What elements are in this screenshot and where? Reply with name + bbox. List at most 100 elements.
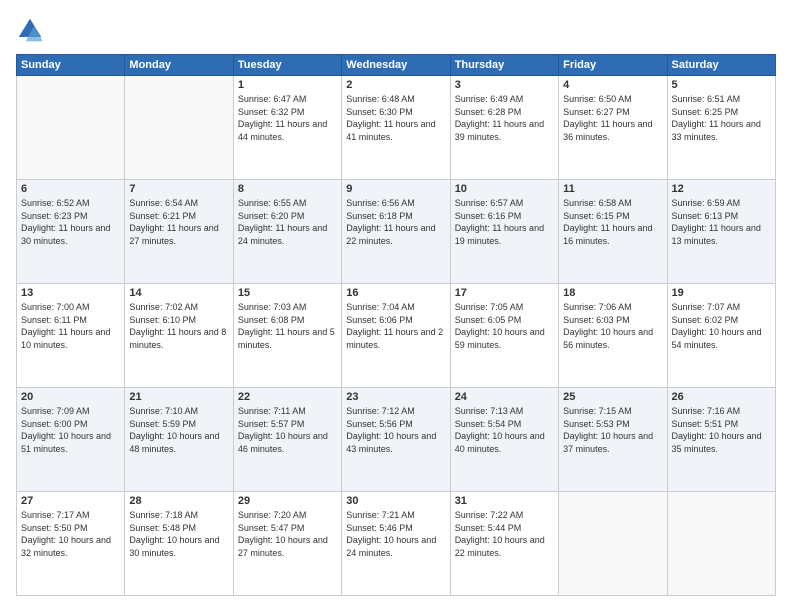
- calendar-cell: 1Sunrise: 6:47 AMSunset: 6:32 PMDaylight…: [233, 76, 341, 180]
- day-info: Sunrise: 7:18 AMSunset: 5:48 PMDaylight:…: [129, 509, 228, 559]
- day-info: Sunrise: 6:49 AMSunset: 6:28 PMDaylight:…: [455, 93, 554, 143]
- calendar-cell: 20 Sunrise: 7:09 AMSunset: 6:00 PMDayligh…: [17, 388, 125, 492]
- logo-icon: [16, 16, 44, 44]
- day-info: Sunrise: 6:57 AMSunset: 6:16 PMDaylight:…: [455, 197, 554, 247]
- calendar-week-3: 13 Sunrise: 7:00 AMSunset: 6:11 PMDayligh…: [17, 284, 776, 388]
- calendar-cell: 31 Sunrise: 7:22 AMSunset: 5:44 PMDayligh…: [450, 492, 558, 596]
- calendar-week-2: 6 Sunrise: 6:52 AMSunset: 6:23 PMDaylight…: [17, 180, 776, 284]
- calendar-cell: 3 Sunrise: 6:49 AMSunset: 6:28 PMDaylight…: [450, 76, 558, 180]
- header: [16, 16, 776, 44]
- day-info: Sunrise: 7:04 AMSunset: 6:06 PMDaylight:…: [346, 301, 445, 351]
- day-number: 22: [238, 391, 337, 403]
- calendar-cell: 26Sunrise: 7:16 AMSunset: 5:51 PMDayligh…: [667, 388, 775, 492]
- calendar-cell: 22 Sunrise: 7:11 AMSunset: 5:57 PMDayligh…: [233, 388, 341, 492]
- calendar-cell: 8 Sunrise: 6:55 AMSunset: 6:20 PMDaylight…: [233, 180, 341, 284]
- calendar-cell: 24 Sunrise: 7:13 AMSunset: 5:54 PMDayligh…: [450, 388, 558, 492]
- day-number: 17: [455, 287, 554, 299]
- day-number: 24: [455, 391, 554, 403]
- day-info: Sunrise: 7:03 AMSunset: 6:08 PMDaylight:…: [238, 301, 337, 351]
- calendar-cell: 16 Sunrise: 7:04 AMSunset: 6:06 PMDayligh…: [342, 284, 450, 388]
- day-number: 6: [21, 183, 120, 195]
- day-info: Sunrise: 7:17 AMSunset: 5:50 PMDaylight:…: [21, 509, 120, 559]
- day-number: 31: [455, 495, 554, 507]
- day-info: Sunrise: 6:51 AMSunset: 6:25 PMDaylight:…: [672, 93, 771, 143]
- col-header-wednesday: Wednesday: [342, 55, 450, 76]
- calendar-cell: 7 Sunrise: 6:54 AMSunset: 6:21 PMDaylight…: [125, 180, 233, 284]
- day-info: Sunrise: 6:56 AMSunset: 6:18 PMDaylight:…: [346, 197, 445, 247]
- col-header-friday: Friday: [559, 55, 667, 76]
- day-info: Sunrise: 7:12 AMSunset: 5:56 PMDaylight:…: [346, 405, 445, 455]
- calendar-cell: 5 Sunrise: 6:51 AMSunset: 6:25 PMDaylight…: [667, 76, 775, 180]
- calendar-week-4: 20 Sunrise: 7:09 AMSunset: 6:00 PMDayligh…: [17, 388, 776, 492]
- logo: [16, 16, 48, 44]
- day-number: 3: [455, 79, 554, 91]
- calendar-cell: 19 Sunrise: 7:07 AMSunset: 6:02 PMDayligh…: [667, 284, 775, 388]
- day-info: Sunrise: 7:06 AMSunset: 6:03 PMDaylight:…: [563, 301, 662, 351]
- day-info: Sunrise: 6:55 AMSunset: 6:20 PMDaylight:…: [238, 197, 337, 247]
- day-number: 25: [563, 391, 662, 403]
- day-number: 8: [238, 183, 337, 195]
- calendar-cell: 17Sunrise: 7:05 AMSunset: 6:05 PMDayligh…: [450, 284, 558, 388]
- calendar-cell: 2 Sunrise: 6:48 AMSunset: 6:30 PMDaylight…: [342, 76, 450, 180]
- day-info: Sunrise: 7:02 AMSunset: 6:10 PMDaylight:…: [129, 301, 228, 351]
- day-number: 7: [129, 183, 228, 195]
- day-number: 29: [238, 495, 337, 507]
- day-number: 5: [672, 79, 771, 91]
- day-info: Sunrise: 7:07 AMSunset: 6:02 PMDaylight:…: [672, 301, 771, 351]
- day-info: Sunrise: 6:47 AMSunset: 6:32 PMDaylight:…: [238, 93, 337, 143]
- calendar-cell: 6 Sunrise: 6:52 AMSunset: 6:23 PMDaylight…: [17, 180, 125, 284]
- day-info: Sunrise: 6:54 AMSunset: 6:21 PMDaylight:…: [129, 197, 228, 247]
- day-number: 11: [563, 183, 662, 195]
- day-number: 20: [21, 391, 120, 403]
- calendar-cell: 15 Sunrise: 7:03 AMSunset: 6:08 PMDayligh…: [233, 284, 341, 388]
- day-info: Sunrise: 6:59 AMSunset: 6:13 PMDaylight:…: [672, 197, 771, 247]
- day-info: Sunrise: 7:11 AMSunset: 5:57 PMDaylight:…: [238, 405, 337, 455]
- day-number: 26: [672, 391, 771, 403]
- day-info: Sunrise: 7:10 AMSunset: 5:59 PMDaylight:…: [129, 405, 228, 455]
- calendar-cell: 23 Sunrise: 7:12 AMSunset: 5:56 PMDayligh…: [342, 388, 450, 492]
- day-info: Sunrise: 7:21 AMSunset: 5:46 PMDaylight:…: [346, 509, 445, 559]
- day-number: 15: [238, 287, 337, 299]
- day-number: 16: [346, 287, 445, 299]
- col-header-tuesday: Tuesday: [233, 55, 341, 76]
- day-info: Sunrise: 7:20 AMSunset: 5:47 PMDaylight:…: [238, 509, 337, 559]
- day-number: 13: [21, 287, 120, 299]
- calendar-week-5: 27Sunrise: 7:17 AMSunset: 5:50 PMDayligh…: [17, 492, 776, 596]
- day-info: Sunrise: 6:50 AMSunset: 6:27 PMDaylight:…: [563, 93, 662, 143]
- day-info: Sunrise: 6:52 AMSunset: 6:23 PMDaylight:…: [21, 197, 120, 247]
- col-header-thursday: Thursday: [450, 55, 558, 76]
- day-info: Sunrise: 7:13 AMSunset: 5:54 PMDaylight:…: [455, 405, 554, 455]
- day-number: 12: [672, 183, 771, 195]
- calendar-cell: 12 Sunrise: 6:59 AMSunset: 6:13 PMDayligh…: [667, 180, 775, 284]
- day-info: Sunrise: 7:22 AMSunset: 5:44 PMDaylight:…: [455, 509, 554, 559]
- calendar-cell: [125, 76, 233, 180]
- day-number: 10: [455, 183, 554, 195]
- calendar-cell: 18 Sunrise: 7:06 AMSunset: 6:03 PMDayligh…: [559, 284, 667, 388]
- day-number: 30: [346, 495, 445, 507]
- calendar-cell: 29 Sunrise: 7:20 AMSunset: 5:47 PMDayligh…: [233, 492, 341, 596]
- day-number: 18: [563, 287, 662, 299]
- calendar-cell: [559, 492, 667, 596]
- calendar-cell: 4 Sunrise: 6:50 AMSunset: 6:27 PMDaylight…: [559, 76, 667, 180]
- col-header-saturday: Saturday: [667, 55, 775, 76]
- day-info: Sunrise: 6:58 AMSunset: 6:15 PMDaylight:…: [563, 197, 662, 247]
- day-info: Sunrise: 7:00 AMSunset: 6:11 PMDaylight:…: [21, 301, 120, 351]
- day-info: Sunrise: 7:15 AMSunset: 5:53 PMDaylight:…: [563, 405, 662, 455]
- day-number: 9: [346, 183, 445, 195]
- day-number: 4: [563, 79, 662, 91]
- day-number: 2: [346, 79, 445, 91]
- calendar-cell: [667, 492, 775, 596]
- calendar-table: SundayMondayTuesdayWednesdayThursdayFrid…: [16, 54, 776, 596]
- day-number: 21: [129, 391, 228, 403]
- col-header-sunday: Sunday: [17, 55, 125, 76]
- day-info: Sunrise: 7:09 AMSunset: 6:00 PMDaylight:…: [21, 405, 120, 455]
- day-number: 19: [672, 287, 771, 299]
- col-header-monday: Monday: [125, 55, 233, 76]
- calendar-cell: 11 Sunrise: 6:58 AMSunset: 6:15 PMDayligh…: [559, 180, 667, 284]
- day-number: 23: [346, 391, 445, 403]
- calendar-cell: 21 Sunrise: 7:10 AMSunset: 5:59 PMDayligh…: [125, 388, 233, 492]
- calendar-cell: 28Sunrise: 7:18 AMSunset: 5:48 PMDayligh…: [125, 492, 233, 596]
- calendar-cell: [17, 76, 125, 180]
- day-info: Sunrise: 6:48 AMSunset: 6:30 PMDaylight:…: [346, 93, 445, 143]
- page: SundayMondayTuesdayWednesdayThursdayFrid…: [0, 0, 792, 612]
